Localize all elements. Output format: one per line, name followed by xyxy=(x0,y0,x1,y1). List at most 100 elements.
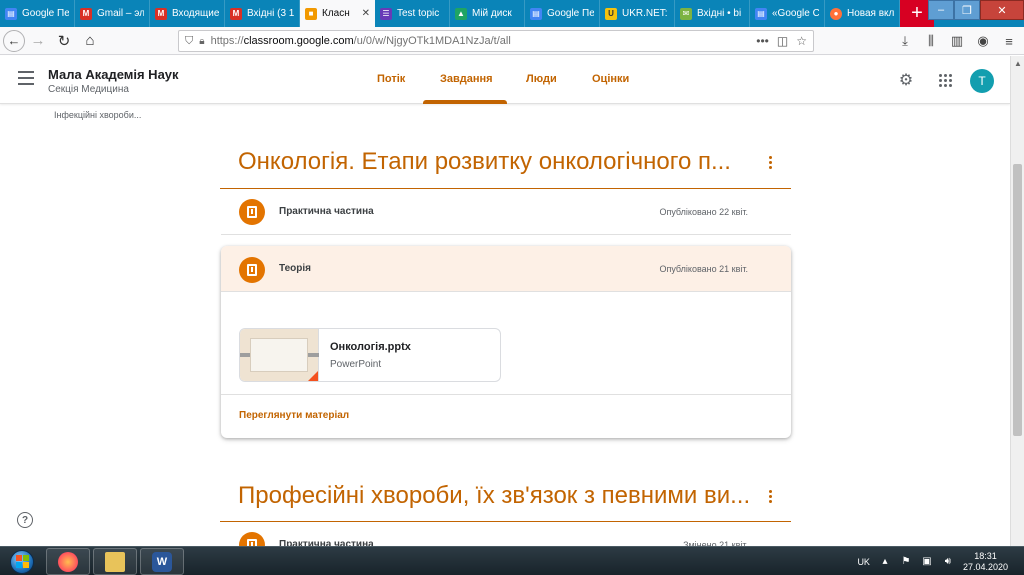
tab-label: Вхідні • bi xyxy=(697,8,742,19)
attachment-type: PowerPoint xyxy=(330,359,382,370)
browser-tab[interactable]: ▤ «Google С xyxy=(750,0,825,27)
tab-label: Класн xyxy=(322,8,350,19)
library-icon[interactable]: ⫼ xyxy=(920,30,942,52)
clock-date: 27.04.2020 xyxy=(962,561,1008,572)
browser-tab[interactable]: ▲ Мій диск xyxy=(450,0,525,27)
windows-logo-icon xyxy=(10,549,34,574)
tab-classwork[interactable]: Завдання xyxy=(440,73,493,85)
maximize-icon[interactable]: ❐ xyxy=(954,0,980,20)
clock[interactable]: 18:31 27.04.2020 xyxy=(963,551,1008,573)
item-date: Опубліковано 21 квіт. xyxy=(659,264,748,274)
attachment-chip[interactable]: Онкологія.pptx PowerPoint xyxy=(239,328,501,382)
reload-icon[interactable]: ↻ xyxy=(51,28,77,54)
bookmark-star-icon[interactable]: ☆ xyxy=(796,34,807,48)
browser-tab[interactable]: M Gmail – эл xyxy=(75,0,150,27)
google-docs-icon: ▤ xyxy=(755,7,767,20)
attachment-name: Онкологія.pptx xyxy=(330,341,411,353)
pocket-icon[interactable]: ◫ xyxy=(777,34,788,48)
lock-icon[interactable]: 🔒︎ xyxy=(199,36,204,47)
back-icon[interactable]: ← xyxy=(3,29,25,52)
topic-title: Професійні хвороби, їх зв'язок з певними… xyxy=(238,482,751,509)
expanded-material-card: Теорія Опубліковано 21 квіт. Онкологія.p… xyxy=(221,246,791,438)
browser-tab-strip: ▤ Google Пе M Gmail – эл M Входящие M Вхідні… xyxy=(0,0,1024,27)
tab-label: Google Пе xyxy=(22,8,69,19)
flag-icon[interactable]: ⚑ xyxy=(900,556,912,568)
browser-toolbar: ← → ↻ ⌂ ⛉ 🔒︎ https://classroom.google.co… xyxy=(0,27,1024,55)
gmail-icon: M xyxy=(155,7,167,20)
home-icon[interactable]: ⌂ xyxy=(77,28,103,54)
classroom-header: Мала Академія Наук Секція Медицина Потік… xyxy=(0,56,1010,104)
url-bar[interactable]: ⛉ 🔒︎ https://classroom.google.com/u/0/w/… xyxy=(178,30,814,52)
card-header[interactable]: Теорія Опубліковано 21 квіт. xyxy=(221,246,791,292)
tab-label: Входящие xyxy=(172,8,219,19)
forward-icon[interactable]: → xyxy=(25,28,51,54)
list-item[interactable]: Практична частина Опубліковано 22 квіт. xyxy=(221,189,791,235)
active-tab-indicator xyxy=(423,100,507,104)
help-icon[interactable]: ? xyxy=(17,512,33,528)
taskbar-firefox[interactable] xyxy=(46,548,90,575)
avatar[interactable]: Т xyxy=(970,69,994,93)
sidebar-icon[interactable]: ▥ xyxy=(946,30,968,52)
taskbar-word[interactable]: W xyxy=(140,548,184,575)
browser-tab[interactable]: ● Новая вкл xyxy=(825,0,900,27)
browser-tab[interactable]: U UKR.NET: xyxy=(600,0,675,27)
volume-icon[interactable]: 🔊︎ xyxy=(942,556,954,568)
gmail-icon: M xyxy=(230,7,242,20)
browser-tab-active[interactable]: ■ Класн ✕ xyxy=(300,0,375,27)
item-title: Теорія xyxy=(279,263,312,274)
tab-label: Новая вкл xyxy=(847,8,894,19)
more-vert-icon[interactable] xyxy=(764,486,776,506)
browser-tab[interactable]: ▤ Google Пе xyxy=(0,0,75,27)
scroll-up-icon[interactable]: ▲ xyxy=(1011,56,1024,70)
tab-stream[interactable]: Потік xyxy=(377,73,405,85)
tab-people[interactable]: Люди xyxy=(526,73,557,85)
class-nav-tabs: Потік Завдання Люди Оцінки xyxy=(0,56,1010,104)
windows-taskbar: W UK ▴ ⚑ ▣ 🔊︎ 18:31 27.04.2020 xyxy=(0,546,1024,575)
tab-label: Google Пе xyxy=(547,8,594,19)
forms-icon: ☰ xyxy=(380,7,392,20)
apps-grid-icon[interactable] xyxy=(935,70,955,90)
window-controls: – ❐ ✕ xyxy=(928,0,1024,20)
view-material-link[interactable]: Переглянути матеріал xyxy=(239,410,349,421)
gear-icon[interactable]: ⚙ xyxy=(896,70,916,90)
item-date: Опубліковано 22 квіт. xyxy=(659,207,748,217)
menu-icon[interactable]: ≡ xyxy=(998,30,1020,52)
minimize-icon[interactable]: – xyxy=(928,0,954,20)
scroll-thumb[interactable] xyxy=(1013,164,1022,436)
account-icon[interactable]: ◉ xyxy=(972,30,994,52)
close-icon[interactable]: ✕ xyxy=(362,8,370,19)
download-icon[interactable]: ⤓ xyxy=(894,30,916,52)
attachment-thumbnail xyxy=(240,329,319,381)
topic-link[interactable]: Інфекційні хвороби... xyxy=(54,110,141,120)
browser-tab[interactable]: M Вхідні (3 1 xyxy=(225,0,300,27)
page-scrollbar[interactable]: ▲ xyxy=(1010,56,1024,546)
more-vert-icon[interactable] xyxy=(764,152,776,172)
network-icon[interactable]: ▣ xyxy=(921,556,933,568)
topic-title: Онкологія. Етапи розвитку онкологічного … xyxy=(238,148,731,175)
taskbar-explorer[interactable] xyxy=(93,548,137,575)
show-hidden-icon[interactable]: ▴ xyxy=(879,556,891,568)
classroom-icon: ■ xyxy=(305,7,317,20)
google-docs-icon: ▤ xyxy=(5,7,17,20)
item-title: Практична частина xyxy=(279,206,374,217)
tab-label: UKR.NET: xyxy=(622,8,668,19)
tab-label: Test topic xyxy=(397,8,440,19)
material-icon xyxy=(239,199,265,225)
start-button[interactable] xyxy=(4,548,40,575)
url-scheme: https:// xyxy=(210,35,244,47)
browser-tab[interactable]: ▤ Google Пе xyxy=(525,0,600,27)
url-text[interactable]: https://classroom.google.com/u/0/w/NjgyO… xyxy=(211,35,751,47)
folder-icon xyxy=(105,551,125,572)
close-window-icon[interactable]: ✕ xyxy=(980,0,1024,20)
shield-icon[interactable]: ⛉ xyxy=(185,35,193,48)
browser-tab[interactable]: M Входящие xyxy=(150,0,225,27)
mail-icon: ✉ xyxy=(680,7,692,20)
browser-tab[interactable]: ✉ Вхідні • bi xyxy=(675,0,750,27)
firefox-icon: ● xyxy=(830,7,842,20)
clock-time: 18:31 xyxy=(974,550,997,561)
tab-grades[interactable]: Оцінки xyxy=(592,73,629,85)
browser-tab[interactable]: ☰ Test topic xyxy=(375,0,450,27)
more-dots-icon[interactable]: ••• xyxy=(756,34,769,48)
tab-label: «Google С xyxy=(772,8,819,19)
language-indicator[interactable]: UK xyxy=(857,557,870,567)
